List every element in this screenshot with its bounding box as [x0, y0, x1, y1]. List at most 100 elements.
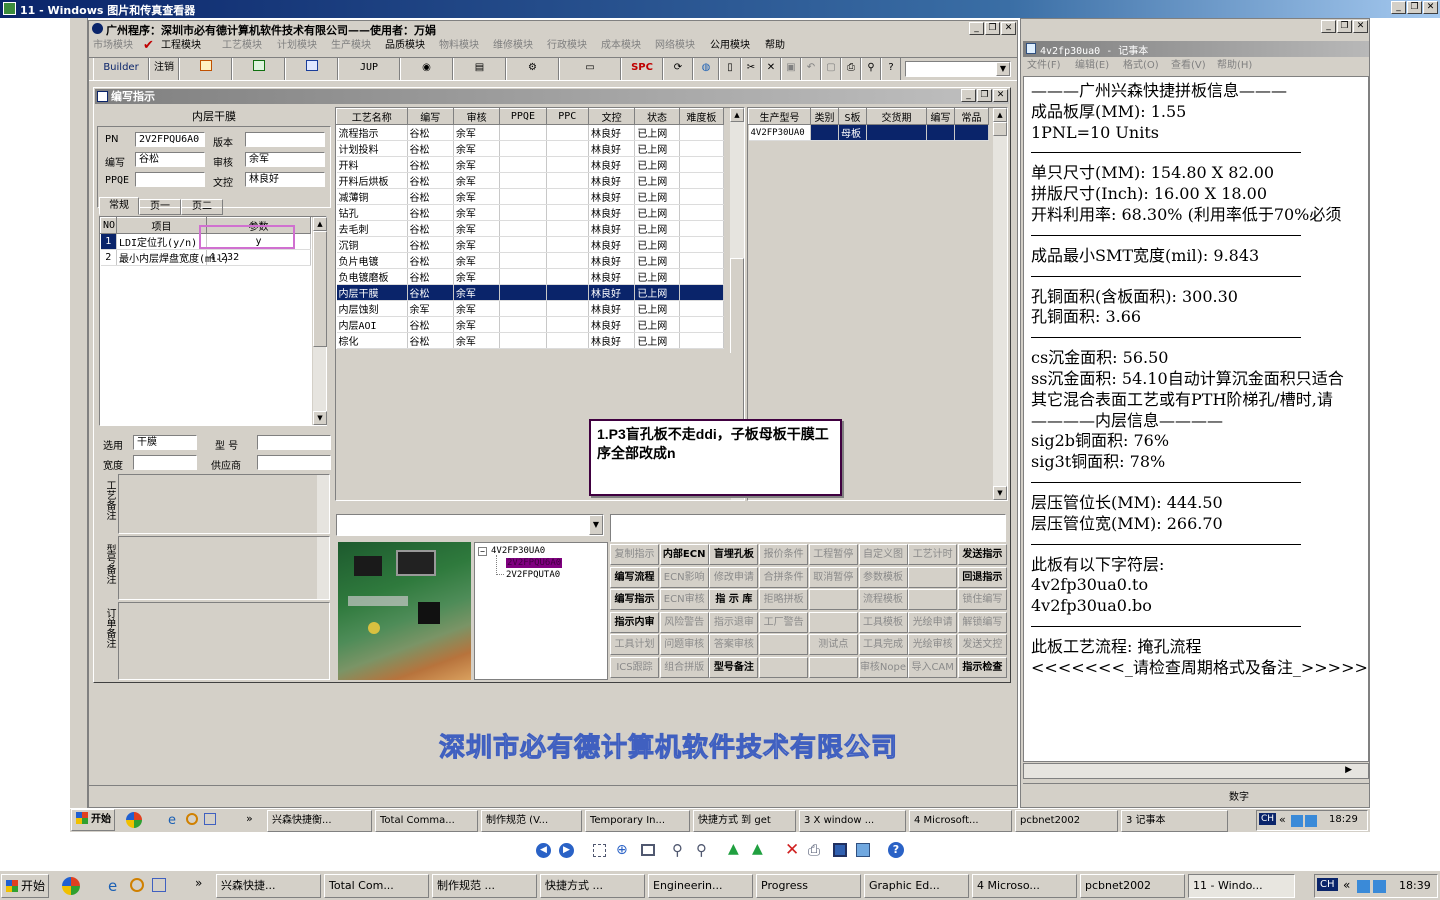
action-button[interactable]: 工具计划 [610, 634, 659, 656]
action-button[interactable]: 测试点 [808, 634, 858, 656]
spc-button[interactable]: SPC [621, 58, 663, 80]
quick-launch-icon[interactable] [126, 812, 142, 828]
minimize-button[interactable]: _ [1391, 1, 1406, 14]
order-note-field[interactable] [118, 602, 330, 680]
action-button[interactable] [808, 589, 858, 611]
delete-icon[interactable]: ✕ [785, 840, 799, 860]
action-button[interactable]: 型号备注 [709, 657, 759, 678]
refresh-icon[interactable]: ⟳ [663, 58, 693, 80]
action-button[interactable]: 参数模板 [858, 566, 908, 588]
menu-admin[interactable]: 行政模块 [547, 38, 587, 54]
taskbar-item[interactable]: 制作规范 (V... [481, 810, 582, 832]
menu-engineering[interactable]: 工程模块 [161, 38, 201, 54]
dialog-minimize-button[interactable]: _ [961, 89, 976, 102]
action-button[interactable] [808, 657, 858, 678]
supplier-field[interactable] [257, 455, 331, 470]
action-button[interactable]: 指示检查 [957, 657, 1007, 678]
version-field[interactable] [245, 132, 325, 147]
ie-icon[interactable]: e [108, 877, 117, 895]
col-header[interactable]: 工艺名称 [336, 108, 408, 125]
slideshow-icon[interactable] [641, 844, 655, 856]
action-button[interactable]: 工艺计时 [908, 544, 958, 565]
col-header[interactable]: 审核 [452, 108, 501, 125]
dialog-close-button[interactable]: ✕ [993, 89, 1008, 102]
col-header[interactable]: PPC [545, 108, 589, 125]
table-row[interactable]: 沉铜 谷松 余军 林良好 已上网 [336, 236, 725, 253]
menu-network[interactable]: 网络模块 [655, 38, 695, 54]
action-button[interactable]: 工具完成 [858, 634, 908, 656]
col-header[interactable]: 状态 [634, 108, 680, 125]
delete-doc-icon[interactable]: ✕ [761, 58, 781, 80]
action-button[interactable]: 编写指示 [610, 589, 659, 611]
left-combo[interactable]: ▼ [336, 514, 604, 536]
table-row[interactable]: 内层蚀刻 余军 余军 林良好 已上网 [336, 300, 725, 317]
close-button[interactable]: ✕ [1423, 1, 1438, 14]
action-button[interactable] [908, 566, 958, 588]
help-icon[interactable]: ? [881, 58, 901, 80]
ime-indicator[interactable]: CH [1259, 813, 1277, 825]
action-button[interactable]: ECN影响 [659, 566, 709, 588]
menu-quality[interactable]: 品质模块 [385, 38, 425, 54]
taskbar-item[interactable]: Graphic Ed... [864, 874, 969, 898]
app-minimize-button[interactable]: _ [969, 22, 984, 35]
col-header[interactable]: 文控 [587, 108, 636, 125]
col-header[interactable]: PPQE [499, 108, 547, 125]
taskbar-item[interactable]: 4 Microsoft... [909, 810, 1012, 832]
taskbar-item[interactable]: 4 Microso... [972, 874, 1077, 898]
cut-icon[interactable]: ✂ [741, 58, 761, 80]
col-header[interactable]: 类别 [810, 108, 839, 125]
chevron-down-icon[interactable]: ▼ [996, 62, 1010, 76]
table-row[interactable]: 棕化 谷松 余军 林良好 已上网 [336, 332, 725, 349]
taskbar-item[interactable]: 兴森快捷... [216, 874, 321, 898]
notepad-hscroll[interactable]: ▶ [1023, 763, 1369, 779]
rotate-cw-icon[interactable]: ▲ [728, 841, 739, 857]
tab-page-two[interactable]: 页二 [181, 199, 223, 215]
taskbar-item[interactable]: pcbnet2002 [1015, 810, 1118, 832]
outer-close-button[interactable]: ✕ [1353, 20, 1368, 33]
scroll-down-icon[interactable]: ▼ [993, 486, 1007, 500]
notepad-menu-file[interactable]: 文件(F) [1027, 58, 1061, 74]
ime-indicator[interactable]: CH [1317, 878, 1338, 891]
table-row[interactable]: 开料后烘板 谷松 余军 林良好 已上网 [336, 172, 725, 189]
outer-restore-button[interactable]: ❐ [1337, 20, 1352, 33]
tree-child-selected[interactable]: 2V2FPQU6A0 [506, 558, 563, 568]
save-icon[interactable] [833, 843, 847, 857]
taskbar-item[interactable]: 3 X window ... [799, 810, 906, 832]
logout-button[interactable]: 注销 [149, 58, 179, 80]
process-note-field[interactable] [118, 474, 330, 534]
eye-icon[interactable]: ◉ [400, 58, 453, 80]
undo-icon[interactable]: ↶ [801, 58, 821, 80]
action-button[interactable] [908, 589, 958, 611]
tab-page-one[interactable]: 页一 [139, 199, 181, 215]
action-button[interactable]: 复制指示 [610, 544, 659, 565]
action-button[interactable]: 审核Nope [858, 657, 908, 678]
restore-button[interactable]: ❐ [1407, 1, 1422, 14]
menu-public[interactable]: 公用模块 [710, 38, 750, 54]
control-field[interactable]: 林良好 [245, 172, 325, 187]
zoom-out-icon[interactable]: ⚲ [696, 841, 707, 859]
action-button[interactable]: 解锁编写 [957, 611, 1007, 633]
action-button[interactable]: 指 示 库 [709, 589, 759, 611]
menu-production[interactable]: 生产模块 [331, 38, 371, 54]
menu-maintenance[interactable]: 维修模块 [493, 38, 533, 54]
ie-icon[interactable]: e [168, 813, 176, 828]
action-button[interactable]: 工程暂停 [808, 544, 858, 565]
col-header[interactable]: 生产型号 [748, 108, 811, 125]
notepad-menu-edit[interactable]: 编辑(E) [1075, 58, 1109, 74]
model-note-field[interactable] [118, 536, 330, 600]
table-row[interactable]: 流程指示 谷松 余军 林良好 已上网 [336, 124, 725, 141]
taskbar-item[interactable]: 兴森快捷衡... [267, 810, 372, 832]
table-row[interactable]: 计划投料 谷松 余军 林良好 已上网 [336, 140, 725, 157]
param-header-item[interactable]: 项目 [116, 217, 207, 234]
select-field[interactable]: 干膜 [133, 435, 197, 450]
scroll-thumb[interactable] [313, 231, 327, 347]
menu-cost[interactable]: 成本模块 [601, 38, 641, 54]
action-button[interactable]: 编写流程 [610, 566, 659, 588]
action-button[interactable]: 光绘申请 [908, 611, 958, 633]
excel-icon[interactable] [232, 58, 285, 80]
taskbar-item[interactable]: Temporary In... [585, 810, 690, 832]
col-header[interactable]: 编写 [406, 108, 454, 125]
action-button[interactable]: ICS跟踪 [610, 657, 659, 678]
toolbar-combo[interactable]: ▼ [905, 61, 1011, 77]
ppqe-field[interactable] [135, 172, 205, 187]
